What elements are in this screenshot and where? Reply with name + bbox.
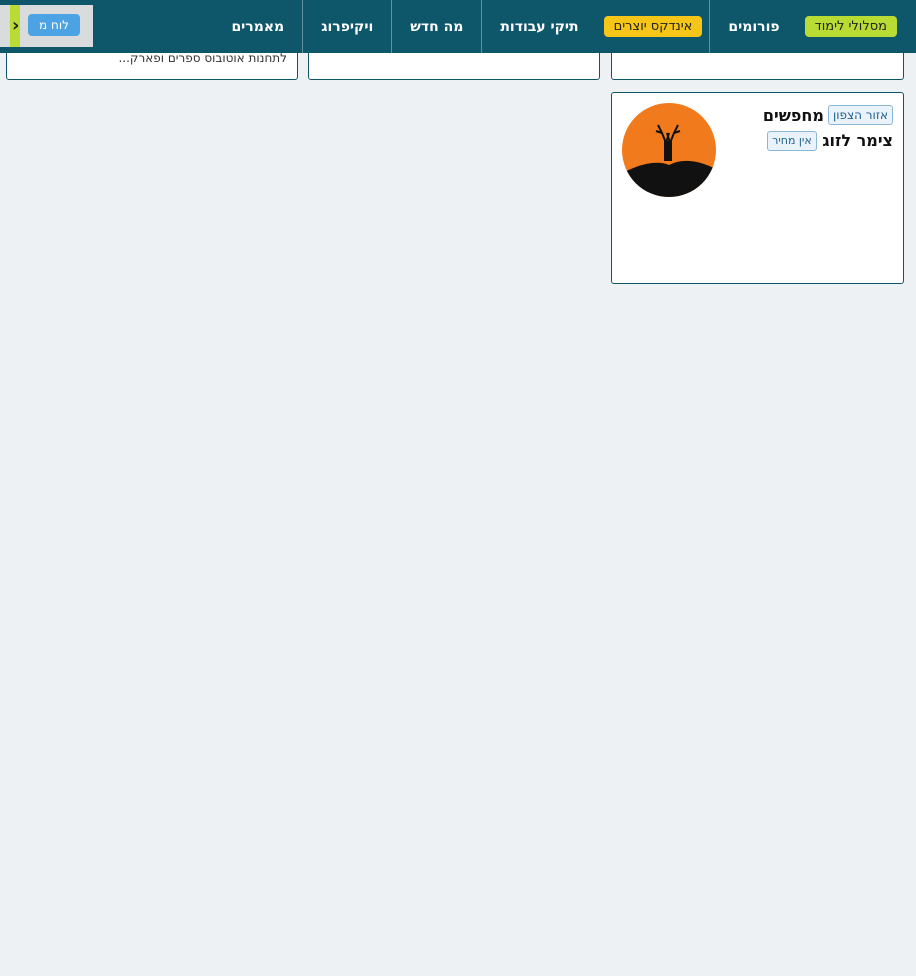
nav-label: מסלולי לימוד [804, 16, 897, 37]
nav-label: תיקי עבודות [500, 18, 579, 35]
stub-text: לתחנות אוטובוס ספרים ופארק... [118, 51, 287, 65]
nav-label: פורומים [728, 18, 780, 35]
nav-portfolios[interactable]: תיקי עבודות [481, 0, 596, 53]
nav-label: ויקיפרוג [321, 18, 374, 35]
listing-card[interactable]: אזור הצפוןמחפשים צימר לזוג אין מחיר [611, 92, 904, 284]
location-tag[interactable]: אזור הצפון [827, 105, 893, 125]
top-nav: מסלולי לימוד פורומים אינדקס יוצרים תיקי … [0, 0, 916, 53]
nav-board-pill[interactable]: לוח מ [28, 14, 80, 36]
chevron-left-icon: ‹ [12, 15, 20, 36]
listing-card-stub[interactable] [611, 50, 904, 80]
nav-label: מאמרים [231, 18, 285, 35]
nav-articles[interactable]: מאמרים [213, 0, 302, 53]
nav-more-button[interactable]: ‹ לוח מ [0, 5, 93, 47]
listing-card-stub[interactable] [308, 50, 600, 80]
meta-lines [622, 151, 893, 168]
nav-study-paths[interactable]: מסלולי לימוד [798, 0, 904, 53]
deer-logo-thumbnail[interactable] [622, 103, 716, 197]
listing-card-stub[interactable]: לתחנות אוטובוס ספרים ופארק... [6, 50, 298, 80]
nav-whats-new[interactable]: מה חדש [391, 0, 481, 53]
deer-icon [622, 124, 716, 197]
nav-forums[interactable]: פורומים [709, 0, 797, 53]
nav-creators-index[interactable]: אינדקס יוצרים [597, 0, 710, 53]
nav-wikiprog[interactable]: ויקיפרוג [302, 0, 391, 53]
price-tag: אין מחיר [767, 131, 817, 151]
nav-label: מה חדש [410, 18, 464, 35]
nav-label: אינדקס יוצרים [603, 16, 703, 37]
listing-title[interactable]: אזור הצפוןמחפשים צימר לזוג אין מחיר [724, 103, 893, 153]
